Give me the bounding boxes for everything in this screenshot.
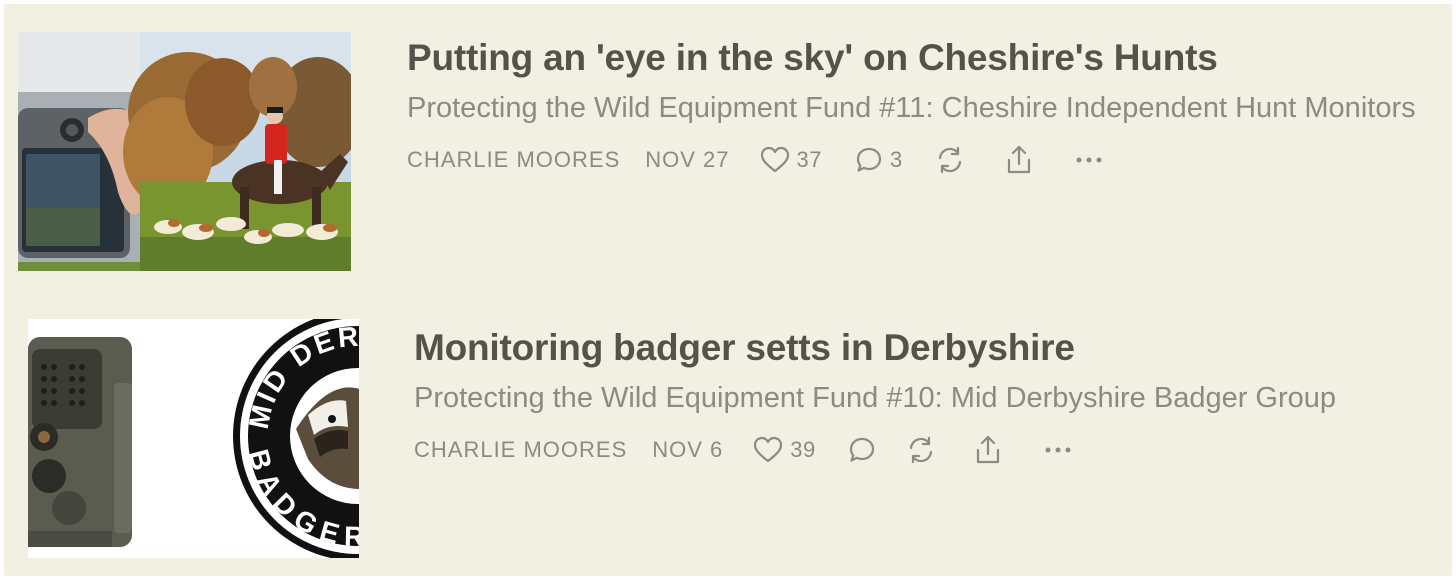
share-button[interactable] bbox=[974, 434, 1002, 466]
post-author[interactable]: CHARLIE MOORES bbox=[414, 437, 627, 463]
comment-count: 3 bbox=[890, 147, 903, 172]
post-thumbnail-image: MID DERBYSHIRE BADGER GROUP bbox=[28, 319, 359, 558]
post-date: NOV 6 bbox=[652, 437, 724, 462]
post-item: MID DERBYSHIRE BADGER GROUP Monitoring b… bbox=[4, 294, 1452, 576]
share-button[interactable] bbox=[1005, 144, 1033, 176]
post-thumbnail[interactable]: MID DERBYSHIRE BADGER GROUP bbox=[28, 319, 359, 558]
restack-icon bbox=[935, 145, 965, 175]
more-button[interactable] bbox=[1044, 445, 1072, 455]
post-date: NOV 27 bbox=[645, 147, 730, 172]
share-icon bbox=[1005, 144, 1033, 176]
restack-button[interactable] bbox=[906, 435, 936, 465]
heart-icon bbox=[753, 436, 783, 464]
post-subtitle: Protecting the Wild Equipment Fund #10: … bbox=[414, 382, 1337, 414]
more-icon bbox=[1075, 155, 1103, 165]
post-author[interactable]: CHARLIE MOORES bbox=[407, 147, 620, 173]
like-count: 37 bbox=[796, 147, 823, 172]
comment-button[interactable]: 3 bbox=[855, 146, 903, 174]
post-thumbnail[interactable] bbox=[18, 32, 351, 271]
like-button[interactable]: 39 bbox=[753, 436, 815, 464]
comment-icon bbox=[855, 146, 883, 174]
post-thumbnail-image bbox=[18, 32, 351, 271]
post-text: Monitoring badger setts in Derbyshire Pr… bbox=[414, 324, 1424, 470]
more-button[interactable] bbox=[1075, 155, 1103, 165]
post-title[interactable]: Putting an 'eye in the sky' on Cheshire'… bbox=[407, 34, 1417, 82]
restack-icon bbox=[906, 435, 936, 465]
like-button[interactable]: 37 bbox=[760, 146, 822, 174]
share-icon bbox=[974, 434, 1002, 466]
comment-icon bbox=[848, 436, 876, 464]
like-count: 39 bbox=[790, 437, 816, 462]
restack-button[interactable] bbox=[935, 145, 965, 175]
post-title[interactable]: Monitoring badger setts in Derbyshire bbox=[414, 324, 1424, 372]
post-list: Putting an 'eye in the sky' on Cheshire'… bbox=[4, 4, 1452, 576]
more-icon bbox=[1044, 445, 1072, 455]
post-subtitle: Protecting the Wild Equipment Fund #11: … bbox=[407, 92, 1416, 124]
post-text: Putting an 'eye in the sky' on Cheshire'… bbox=[407, 34, 1417, 180]
post-meta: CHARLIE MOORES NOV 6 39 bbox=[414, 430, 1424, 470]
heart-icon bbox=[760, 146, 790, 174]
comment-button[interactable] bbox=[848, 436, 876, 464]
post-item: Putting an 'eye in the sky' on Cheshire'… bbox=[4, 4, 1452, 294]
post-meta: CHARLIE MOORES NOV 27 37 3 bbox=[407, 140, 1417, 180]
